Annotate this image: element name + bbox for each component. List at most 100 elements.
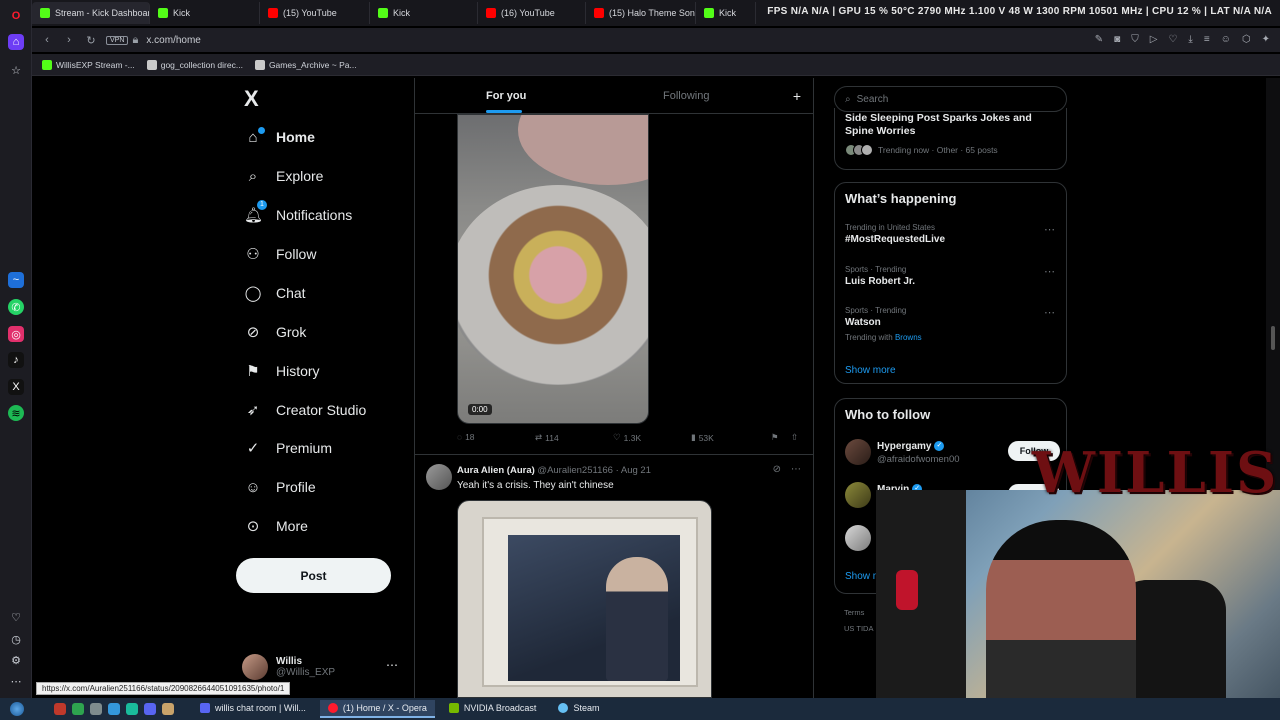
url-field[interactable]: x.com/home [146,35,200,46]
tab-for-you[interactable]: For you [486,90,526,102]
show-more-link[interactable]: Show more [845,365,896,376]
post-button[interactable]: Post [236,558,391,593]
nav-profile[interactable]: ☺ Profile [244,472,315,502]
more-horizontal-icon[interactable]: ⋯ [386,658,398,672]
author-name[interactable]: Aura Alien (Aura) [457,465,535,476]
pin-icon[interactable]: ☆ [8,62,24,78]
back-icon[interactable]: ‹ [36,34,58,46]
trending-with-link[interactable]: Browns [895,333,922,342]
tab[interactable]: (15) YouTube [260,2,370,24]
scrollbar-thumb[interactable] [1271,326,1275,350]
tweet-date[interactable]: Aug 21 [621,465,651,476]
settings-icon[interactable]: ⚙ [8,652,24,668]
shield-icon[interactable]: ⛉ [1131,34,1139,45]
tweet-text: Yeah it's a crisis. They ain't chinese [457,480,614,491]
x-icon[interactable]: X [8,379,24,395]
nav-history[interactable]: ⚑ History [244,356,319,386]
user-name-text: Hypergamy [877,441,932,452]
extensions-icon[interactable]: ⬡ [1242,34,1251,45]
repost-button[interactable]: ⇄ 114 [535,432,559,443]
trend-item[interactable]: Trending in United States #MostRequested… [845,223,1057,245]
bookmark[interactable]: gog_collection direc... [146,59,243,70]
forward-icon[interactable]: › [58,34,80,46]
more-horizontal-icon[interactable]: ⋯ [1044,306,1055,319]
nav-notifications[interactable]: 🔔︎ 1 Notifications [244,200,352,230]
home-icon[interactable]: ⌂ [8,34,24,50]
instagram-icon[interactable]: ◎ [8,326,24,342]
heart-icon[interactable]: ♡ [1168,34,1177,45]
bookmark-button[interactable]: ⚑ [771,432,779,443]
tab[interactable]: Kick [696,2,756,24]
taskbar-item[interactable]: (1) Home / X - Opera [319,700,435,718]
terms-link[interactable]: Terms [844,608,864,617]
tab[interactable]: Kick [150,2,260,24]
more-icon[interactable]: ⋯ [8,673,24,689]
whatsapp-icon[interactable]: ✆ [8,299,24,315]
vpn-badge[interactable]: VPN [106,35,129,45]
bookmark[interactable]: Games_Archive ~ Pa... [254,59,357,70]
app-pinned-icon[interactable] [108,703,120,715]
heart-icon[interactable]: ♡ [8,609,24,625]
messenger-icon[interactable]: ~ [8,272,24,288]
taskbar-item[interactable]: Steam [550,700,607,718]
lock-icon[interactable]: 🔒︎ [128,34,142,47]
nav-home[interactable]: ⌂ Home [244,122,315,152]
account-switcher[interactable]: Willis @Willis_EXP ⋯ [242,654,402,680]
more-horizontal-icon[interactable]: ⋯ [1044,265,1055,278]
history-icon[interactable]: ◷ [8,631,24,647]
taskbar-item[interactable]: NVIDIA Broadcast [441,700,545,718]
bookmark[interactable]: WillisEXP Stream -... [42,59,135,70]
search-input[interactable]: ⌕ Search [834,86,1067,112]
grok-icon[interactable]: ⊘ [773,464,781,475]
app-pinned-icon[interactable] [162,703,174,715]
trend-item[interactable]: Sports · Trending Luis Robert Jr. ⋯ [845,265,1057,287]
tab[interactable]: Stream - Kick Dashboard [32,2,150,24]
start-button[interactable] [0,698,34,720]
taskbar-item[interactable]: willis chat room | Will... [192,700,314,718]
discord-pinned-icon[interactable] [144,703,156,715]
app-pinned-icon[interactable] [90,703,102,715]
trending-story-card[interactable]: Side Sleeping Post Sparks Jokes and Spin… [834,108,1067,170]
trend-item[interactable]: Sports · Trending Watson Trending with B… [845,306,1057,342]
nav-more[interactable]: ⊙ More [244,511,308,541]
video-media[interactable]: 0:00 [457,114,649,424]
menu-icon[interactable]: ≡ [1204,34,1210,45]
ai-icon[interactable]: ✦ [1262,34,1270,45]
download-icon[interactable]: ⤓ [1188,34,1192,45]
plus-icon[interactable]: + [793,88,801,104]
nav-creator-studio[interactable]: ➶ Creator Studio [244,395,367,425]
opera-pinned-icon[interactable] [54,703,66,715]
nav-grok[interactable]: ⊘ Grok [244,317,307,347]
avatar[interactable] [426,464,452,490]
tab[interactable]: (16) YouTube [478,2,586,24]
nav-explore[interactable]: ⌕ Explore [244,161,324,191]
author-handle[interactable]: @Auralien251166 [537,465,613,476]
spotify-icon[interactable]: ≋ [8,405,24,421]
footer-link[interactable]: US TIDA [844,624,873,633]
play-icon[interactable]: ▷ [1150,34,1158,45]
nav-follow[interactable]: ⚇ Follow [244,239,316,269]
tweet[interactable]: Aura Alien (Aura) @Auralien251166 · Aug … [415,456,813,698]
app-pinned-icon[interactable] [126,703,138,715]
suggested-user[interactable]: Hypergamy ✓ @afraidofwomen00 Follow [845,439,1060,469]
share-button[interactable]: ⇧ [791,432,798,443]
x-logo-icon[interactable]: X [244,86,259,112]
photo-media[interactable] [457,500,712,698]
nav-premium[interactable]: ✓ Premium [244,433,332,463]
reply-button[interactable]: ◌ 18 [457,432,475,442]
like-button[interactable]: ♡ 1.3K [613,432,641,443]
more-horizontal-icon[interactable]: ⋯ [1044,223,1055,236]
tiktok-icon[interactable]: ♪ [8,352,24,368]
edit-icon[interactable]: ✎ [1095,34,1103,45]
camera-icon[interactable]: ◙ [1114,34,1120,45]
nav-chat[interactable]: ◯ Chat [244,278,306,308]
profile-icon[interactable]: ☺ [1221,34,1231,45]
tab[interactable]: (15) Halo Theme Song Ul [586,2,696,24]
app-pinned-icon[interactable] [72,703,84,715]
tab[interactable]: Kick [370,2,478,24]
views-button[interactable]: ▮ 53K [691,432,714,443]
tab-following[interactable]: Following [663,90,709,102]
reload-icon[interactable]: ↻ [80,34,102,47]
more-horizontal-icon[interactable]: ⋯ [791,464,801,475]
opera-logo-icon[interactable]: O [8,8,24,24]
